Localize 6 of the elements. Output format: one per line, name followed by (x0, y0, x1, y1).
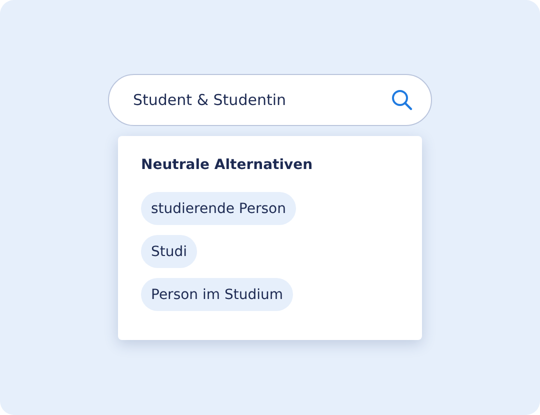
suggestion-heading: Neutrale Alternativen (141, 157, 314, 173)
search-icon[interactable] (391, 89, 413, 111)
suggestion-chip[interactable]: studierende Person (141, 192, 296, 225)
suggestion-chip[interactable]: Studi (141, 235, 198, 268)
suggestion-chip[interactable]: Person im Studium (141, 278, 294, 311)
search-field[interactable]: Student & Studentin (108, 74, 432, 126)
